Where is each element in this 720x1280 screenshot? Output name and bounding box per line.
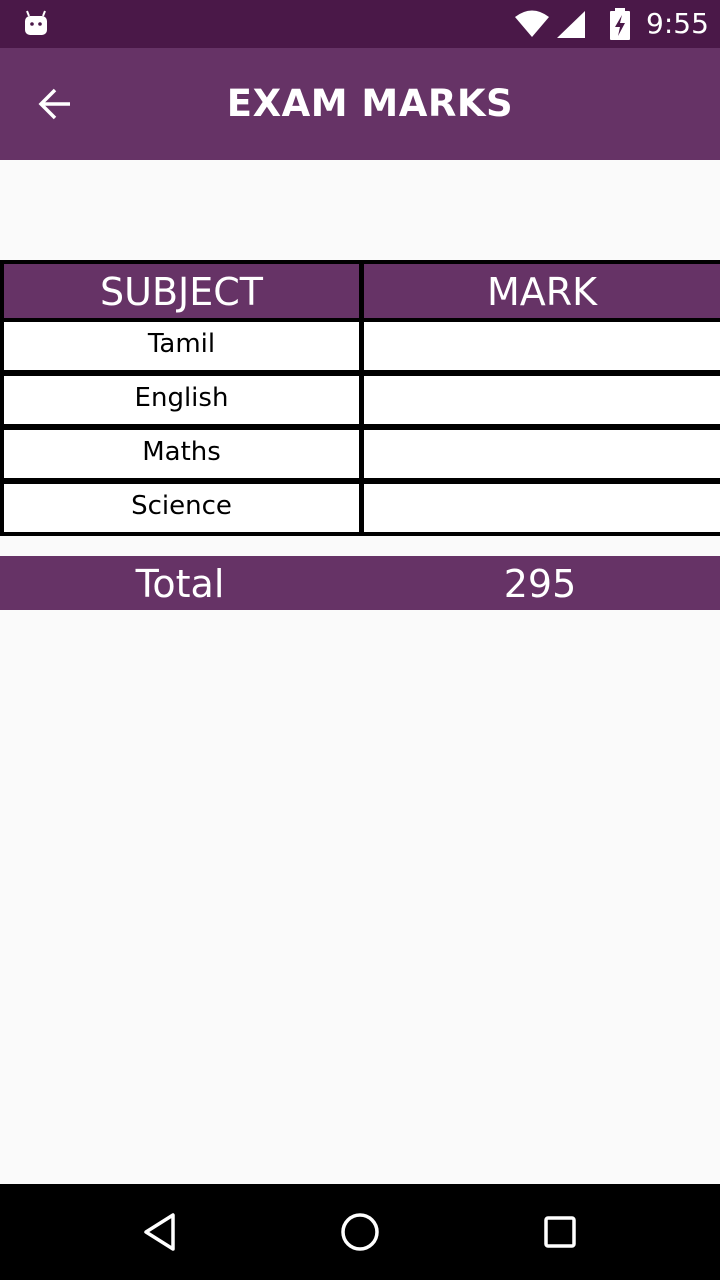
subject-cell-english: English xyxy=(4,376,359,424)
total-label: Total xyxy=(135,562,225,606)
app-bar: EXAM MARKS xyxy=(0,48,720,160)
mark-cell-english xyxy=(364,376,720,424)
back-button[interactable] xyxy=(28,76,84,132)
mark-cell-tamil xyxy=(364,322,720,370)
subject-cell-tamil: Tamil xyxy=(4,322,359,370)
battery-charging-icon xyxy=(610,8,630,40)
mark-cell-science xyxy=(364,484,720,532)
marks-table: SUBJECT MARK Tamil English Maths Science xyxy=(0,260,720,536)
android-icon xyxy=(25,10,47,35)
header-subject: SUBJECT xyxy=(4,264,359,318)
signal-icon xyxy=(557,11,585,38)
subject-cell-maths: Maths xyxy=(4,430,359,478)
status-bar: 9:55 xyxy=(0,0,720,48)
mark-cell-maths xyxy=(364,430,720,478)
header-mark: MARK xyxy=(364,264,720,318)
nav-recents-button[interactable] xyxy=(536,1208,584,1256)
subject-cell-science: Science xyxy=(4,484,359,532)
total-bar: Total 295 xyxy=(0,556,720,610)
system-nav-bar xyxy=(0,1184,720,1280)
recents-square-icon xyxy=(544,1216,576,1248)
nav-back-button[interactable] xyxy=(136,1208,184,1256)
back-triangle-icon xyxy=(144,1213,175,1251)
total-value: 295 xyxy=(503,562,577,606)
arrow-back-icon xyxy=(38,88,70,120)
page-title: EXAM MARKS xyxy=(226,82,514,125)
home-circle-icon xyxy=(341,1213,379,1251)
nav-home-button[interactable] xyxy=(336,1208,384,1256)
status-clock: 9:55 xyxy=(646,7,709,40)
wifi-icon xyxy=(515,10,549,37)
